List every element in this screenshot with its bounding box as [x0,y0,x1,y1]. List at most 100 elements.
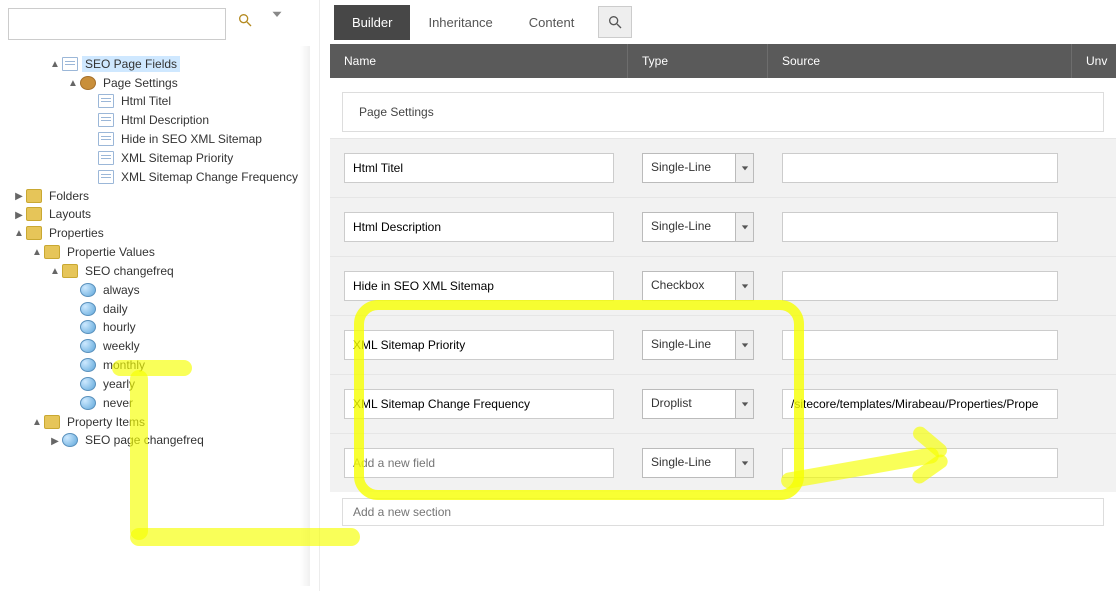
ball-icon [80,377,96,391]
field-type-select[interactable]: Single-Line [642,153,754,183]
chevron-down-icon[interactable] [735,331,753,359]
ball-icon [62,433,78,447]
field-source-input[interactable] [782,271,1058,301]
tree-toggle[interactable]: ▲ [50,266,60,277]
tree-node[interactable]: ▲SEO Page Fields [4,54,315,73]
tree-node[interactable]: daily [4,299,315,318]
tree-toggle[interactable]: ▶ [14,191,24,202]
tree-node[interactable]: always [4,280,315,299]
chevron-down-icon[interactable] [735,449,753,477]
section-header[interactable]: Page Settings [342,92,1104,132]
page-icon [62,57,78,71]
tree-node[interactable]: XML Sitemap Priority [4,148,315,167]
column-header-source: Source [768,44,1072,78]
page-icon [98,151,114,165]
chevron-down-icon[interactable] [735,390,753,418]
tree-node[interactable]: hourly [4,318,315,337]
tree-node-label: XML Sitemap Change Frequency [118,169,301,185]
chevron-down-icon[interactable] [735,272,753,300]
field-name-input[interactable] [344,271,614,301]
ball-icon [80,302,96,316]
sidebar-search-input[interactable] [8,8,226,40]
ball-icon [80,358,96,372]
field-type-select[interactable]: Checkbox [642,271,754,301]
tree-sidebar: ▲SEO Page Fields▲Page SettingsHtml Titel… [0,0,320,591]
tree-node-label: monthly [100,357,148,373]
gear-icon [80,76,96,90]
tree-toggle[interactable]: ▲ [32,417,42,428]
field-source-input[interactable] [782,153,1058,183]
tab-inheritance[interactable]: Inheritance [410,5,510,40]
search-tab-button[interactable] [598,6,632,38]
content-tree: ▲SEO Page Fields▲Page SettingsHtml Titel… [0,54,319,469]
tree-toggle[interactable]: ▲ [14,228,24,239]
field-type-select[interactable]: Single-Line [642,448,754,478]
tree-node[interactable]: XML Sitemap Change Frequency [4,167,315,186]
add-field-input[interactable] [344,448,614,478]
search-icon[interactable] [233,8,257,32]
tree-node[interactable]: ▲SEO changefreq [4,261,315,280]
field-row: Single-Line [330,197,1116,256]
field-name-input[interactable] [344,330,614,360]
tree-node[interactable]: Hide in SEO XML Sitemap [4,129,315,148]
field-name-input[interactable] [344,153,614,183]
tree-node[interactable]: ▲ Property Items [4,412,315,431]
tree-node-label: Hide in SEO XML Sitemap [118,131,265,147]
ball-icon [80,320,96,334]
tree-node[interactable]: yearly [4,374,315,393]
tree-toggle[interactable]: ▲ [68,78,78,89]
tab-content[interactable]: Content [511,5,593,40]
tree-node[interactable]: ▶ Folders [4,186,315,205]
tree-node[interactable]: ▲Properties [4,223,315,242]
tree-node[interactable]: Html Titel [4,92,315,111]
tree-node-label: XML Sitemap Priority [118,150,236,166]
tree-node-label: Property Items [64,414,148,430]
field-name-input[interactable] [344,212,614,242]
field-source-input[interactable] [782,330,1058,360]
tree-node-label: Folders [46,188,92,204]
ball-icon [80,283,96,297]
tree-node[interactable]: never [4,393,315,412]
field-type-select[interactable]: Single-Line [642,330,754,360]
tree-node-label: Html Titel [118,93,174,109]
tree-node[interactable]: ▶ SEO page changefreq [4,431,315,450]
editor-tabs: Builder Inheritance Content [330,0,1116,44]
tree-toggle[interactable]: ▲ [32,247,42,258]
chevron-down-icon[interactable] [271,8,289,26]
column-header-name: Name [330,44,628,78]
field-type-select[interactable]: Droplist [642,389,754,419]
tree-node-label: hourly [100,319,139,335]
field-name-input[interactable] [344,389,614,419]
tree-node[interactable]: ▲ Page Settings [4,73,315,92]
tree-toggle[interactable]: ▶ [50,436,60,447]
folder-icon [26,189,42,203]
ball-icon [80,396,96,410]
folder-icon [62,264,78,278]
fields-rows: Single-Line Single-Line Checkbox Single-Lin… [330,138,1116,492]
tree-node[interactable]: weekly [4,336,315,355]
tab-builder[interactable]: Builder [334,5,410,40]
page-icon [98,170,114,184]
field-source-input[interactable] [782,448,1058,478]
tree-node-label: SEO page changefreq [82,432,207,448]
column-header-unv: Unv [1072,44,1116,78]
ball-icon [80,339,96,353]
tree-node[interactable]: Html Description [4,110,315,129]
tree-node[interactable]: monthly [4,355,315,374]
field-source-input[interactable] [782,389,1058,419]
tree-node-label: Propertie Values [64,244,158,260]
tree-node-label: Page Settings [100,75,181,91]
field-type-select[interactable]: Single-Line [642,212,754,242]
field-source-input[interactable] [782,212,1058,242]
tree-node[interactable]: ▲ Propertie Values [4,242,315,261]
tree-toggle[interactable]: ▶ [14,210,24,221]
folder-icon [26,207,42,221]
tree-node[interactable]: ▶Layouts [4,205,315,224]
column-header-type: Type [628,44,768,78]
chevron-down-icon[interactable] [735,213,753,241]
page-icon [98,132,114,146]
page-icon [98,94,114,108]
add-section-input[interactable] [342,498,1104,526]
chevron-down-icon[interactable] [735,154,753,182]
tree-toggle[interactable]: ▲ [50,59,60,70]
